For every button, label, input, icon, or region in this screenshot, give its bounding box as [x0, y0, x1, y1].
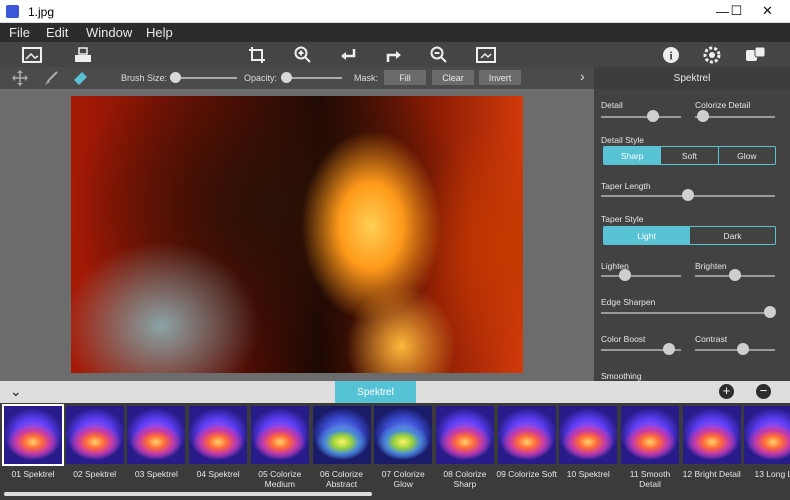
- menu-bar: File Edit Window Help: [0, 23, 790, 42]
- preset-thumbnail[interactable]: [127, 406, 186, 464]
- menu-file[interactable]: File: [9, 25, 30, 40]
- taper-length-label: Taper Length: [601, 181, 651, 191]
- close-button[interactable]: ✕: [745, 0, 790, 22]
- zoom-out-icon[interactable]: [428, 44, 450, 65]
- eraser-icon[interactable]: [72, 70, 88, 88]
- mask-label: Mask:: [354, 73, 379, 83]
- fill-button[interactable]: Fill: [384, 70, 426, 85]
- preset-name: 01 Spektrel: [11, 469, 55, 479]
- preset-thumbnail[interactable]: [189, 406, 248, 464]
- fit-icon[interactable]: [475, 44, 497, 65]
- preset-category-tab[interactable]: Spektrel: [335, 381, 416, 403]
- settings-panel: Detail Colorize Detail Detail Style Shar…: [594, 89, 790, 381]
- brighten-handle[interactable]: [729, 269, 741, 281]
- menu-help[interactable]: Help: [146, 25, 173, 40]
- add-preset-icon[interactable]: +: [719, 384, 734, 399]
- remove-preset-icon[interactable]: −: [756, 384, 771, 399]
- preset-name: 13 Long L: [754, 469, 790, 479]
- preset-strip: 01 Spektrel 02 Spektrel 03 Spektrel 04 Spek…: [0, 403, 790, 500]
- detail-style-glow[interactable]: Glow: [717, 147, 775, 164]
- detail-style-selector: Sharp Soft Glow: [603, 146, 776, 165]
- preset-thumbnail[interactable]: [559, 406, 618, 464]
- detail-label: Detail: [601, 100, 623, 110]
- save-icon[interactable]: [72, 44, 94, 65]
- preset-name: 11 Smooth Detail: [629, 469, 671, 489]
- zoom-in-icon[interactable]: [292, 44, 314, 65]
- clear-button[interactable]: Clear: [432, 70, 474, 85]
- taper-style-label: Taper Style: [601, 214, 644, 224]
- panel-title: Spektrel: [594, 67, 790, 89]
- preset-thumbnail[interactable]: [312, 406, 371, 464]
- info-icon[interactable]: i: [660, 44, 682, 65]
- brush-size-handle[interactable]: [170, 72, 182, 83]
- brush-size-label: Brush Size:: [121, 73, 168, 83]
- app-icon: [6, 5, 19, 18]
- detail-style-label: Detail Style: [601, 135, 644, 145]
- preset-name: 03 Spektrel: [134, 469, 178, 479]
- preset-name: 10 Spektrel: [566, 469, 610, 479]
- settings-icon[interactable]: [701, 44, 723, 65]
- lighten-handle[interactable]: [619, 269, 631, 281]
- preset-name: 06 Colorize Abstract: [320, 469, 363, 489]
- collapse-chevron-icon[interactable]: ⌄: [10, 383, 22, 400]
- detail-style-soft[interactable]: Soft: [660, 147, 717, 164]
- contrast-slider[interactable]: [695, 349, 775, 351]
- preset-name: 12 Bright Detail: [682, 469, 741, 479]
- lighten-slider[interactable]: [601, 275, 681, 277]
- edge-sharpen-label: Edge Sharpen: [601, 297, 656, 307]
- detail-slider[interactable]: [601, 116, 681, 118]
- random-icon[interactable]: [745, 44, 767, 65]
- undo-icon[interactable]: [337, 44, 359, 65]
- preset-thumbnail[interactable]: [435, 406, 494, 464]
- preset-name: 05 Colorize Medium: [258, 469, 302, 489]
- title-bar: 1.jpg — ☐ ✕: [0, 0, 790, 23]
- taper-style-selector: Light Dark: [603, 226, 776, 245]
- preset-thumbnail[interactable]: [744, 406, 790, 464]
- edge-sharpen-slider[interactable]: [601, 312, 775, 314]
- contrast-label: Contrast: [695, 334, 728, 344]
- color-boost-handle[interactable]: [663, 343, 675, 355]
- preset-thumbnail[interactable]: [65, 406, 124, 464]
- move-icon[interactable]: [12, 70, 28, 88]
- taper-style-light[interactable]: Light: [604, 227, 689, 244]
- options-bar: Brush Size: Opacity: Mask: Fill Clear In…: [0, 67, 594, 89]
- taper-length-handle[interactable]: [682, 189, 694, 201]
- color-boost-label: Color Boost: [601, 334, 646, 344]
- preset-thumbnail[interactable]: [497, 406, 556, 464]
- opacity-handle[interactable]: [280, 72, 292, 83]
- preset-name: 07 Colorize Glow: [381, 469, 425, 489]
- menu-window[interactable]: Window: [86, 25, 132, 40]
- image-icon[interactable]: [21, 44, 43, 65]
- colorize-detail-handle[interactable]: [697, 110, 709, 122]
- contrast-handle[interactable]: [737, 343, 749, 355]
- detail-style-sharp[interactable]: Sharp: [604, 147, 661, 164]
- smoothing-label: Smoothing: [601, 371, 642, 381]
- colorize-detail-label: Colorize Detail: [695, 100, 751, 110]
- expand-chevron-icon[interactable]: ›: [580, 68, 585, 84]
- preset-thumbnail[interactable]: [621, 406, 679, 464]
- preset-thumbnail[interactable]: [2, 404, 64, 466]
- preset-thumbnail[interactable]: [682, 406, 741, 464]
- edge-sharpen-handle[interactable]: [763, 306, 776, 318]
- strip-scrollbar[interactable]: [4, 492, 372, 496]
- invert-button[interactable]: Invert: [479, 70, 521, 85]
- opacity-label: Opacity:: [244, 73, 278, 83]
- preset-name: 08 Colorize Sharp: [443, 469, 487, 489]
- preview-image[interactable]: [71, 96, 523, 373]
- preset-thumbnail[interactable]: [374, 406, 433, 464]
- preset-thumbnail[interactable]: [250, 406, 309, 464]
- window-title: 1.jpg: [28, 5, 55, 19]
- taper-style-dark[interactable]: Dark: [689, 227, 775, 244]
- toolbar: i: [0, 42, 790, 67]
- redo-icon[interactable]: [383, 44, 405, 65]
- preset-name: 04 Spektrel: [196, 469, 240, 479]
- brighten-label: Brighten: [695, 261, 727, 271]
- brush-icon[interactable]: [43, 70, 59, 88]
- detail-handle[interactable]: [647, 110, 659, 122]
- menu-edit[interactable]: Edit: [46, 25, 68, 40]
- preset-name: 09 Colorize Soft: [496, 469, 557, 479]
- preset-name: 02 Spektrel: [73, 469, 117, 479]
- crop-icon[interactable]: [246, 44, 268, 65]
